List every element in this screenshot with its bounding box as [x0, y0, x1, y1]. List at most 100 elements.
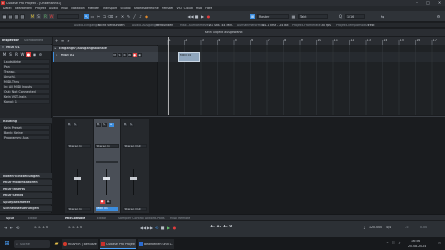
transport-forward-button[interactable]: ▶▶ — [147, 226, 153, 231]
quantize-dropdown[interactable]: 1/16 — [345, 14, 365, 19]
stereo-in-fader-track[interactable] — [76, 168, 78, 195]
solo-icon[interactable]: S — [36, 14, 41, 19]
track-mute-button[interactable]: M — [112, 53, 117, 57]
midi-event[interactable]: MIDI 01 — [178, 52, 200, 62]
inspector-row-pan[interactable]: Pan — [2, 64, 50, 69]
menu-item-bearbeiten[interactable]: Bearbeiten — [15, 7, 33, 10]
right-locator-value[interactable]: 1. 1. 1. 0 — [68, 226, 82, 229]
signature-display[interactable]: 4/4 — [386, 226, 391, 229]
track-solo-button[interactable]: S — [117, 53, 122, 57]
track-read-button[interactable]: R — [122, 53, 127, 57]
menu-item-vst-cloud[interactable]: VST Cloud — [176, 7, 192, 10]
menu-item-transport[interactable]: Transport — [102, 7, 117, 10]
pointer-tool-icon[interactable]: ↖ — [84, 14, 89, 19]
transport-stop-button[interactable]: ■ — [160, 226, 165, 231]
lower-tab-midi-remote[interactable]: MIDI Remote — [170, 217, 190, 220]
cycle-record-icon[interactable]: ⟲ — [15, 226, 20, 231]
project-position-display[interactable]: 1. 1. 1. 0 — [210, 225, 232, 230]
read-icon[interactable]: R — [43, 14, 48, 19]
inspector-row-output[interactable]: Out: Not Connected — [2, 89, 50, 94]
transport-stop-icon[interactable]: ■ — [194, 14, 199, 19]
mute-icon[interactable]: M — [30, 14, 35, 19]
transport-play-icon[interactable]: ▶ — [200, 14, 205, 19]
track-menu-icon[interactable]: ≡ — [61, 39, 65, 43]
nudge-icon[interactable]: ⇆ — [380, 14, 385, 19]
stereo-out-fader-cap[interactable] — [129, 176, 137, 180]
expand-chevron-icon[interactable]: ▾ — [1, 46, 5, 50]
inspector-row-velocity[interactable]: Anschl. — [2, 74, 50, 79]
inspector-row-input[interactable]: In: All MIDI Inputs — [2, 84, 50, 89]
inspector-track-header[interactable]: ▾ MIDI 01 — [0, 44, 52, 51]
midi01-edit-button[interactable]: e — [108, 122, 114, 127]
midi01-routing[interactable]: Stereo In — [94, 143, 119, 148]
track-search-icon[interactable]: ⌕ — [67, 39, 71, 43]
inspector-row-channel[interactable]: Kanal: 1 — [2, 99, 50, 104]
menu-item-arbeitsbereiche[interactable]: Arbeitsbereiche — [134, 7, 159, 10]
transport-rewind-button[interactable]: ◀◀ — [140, 226, 146, 231]
taskbar-app-editor[interactable]: Bearbeiten und L… — [138, 239, 174, 249]
midi-track-header[interactable]: 1 MIDI 01 M S R W ● ◉ — [52, 52, 158, 62]
grid-icon[interactable]: ▦ — [291, 14, 296, 19]
inspector-mute-button[interactable]: M — [2, 52, 7, 57]
stereo-in-mute-button[interactable]: M — [66, 122, 72, 127]
metronome-icon[interactable]: ♩ — [362, 226, 367, 231]
draw-tool-icon[interactable]: ✎ — [126, 14, 131, 19]
transport-record-icon[interactable]: ● — [206, 14, 211, 19]
menu-item-hub[interactable]: Hub — [196, 7, 202, 10]
inspector-section-routing[interactable]: Routing — [0, 118, 52, 124]
erase-tool-icon[interactable]: ⌫ — [108, 14, 114, 19]
menu-item-midi[interactable]: MIDI — [61, 7, 68, 10]
left-tab-track[interactable]: Spur — [6, 217, 14, 220]
menu-item-audio[interactable]: Audio — [49, 7, 58, 10]
lower-zone-toggle-icon[interactable]: ▥ — [14, 14, 19, 19]
inspector-read-button[interactable]: R — [14, 52, 19, 57]
tray-chevron-icon[interactable]: ^ — [385, 241, 390, 246]
inspector-write-button[interactable]: W — [20, 52, 25, 57]
inspector-edit-button[interactable]: e — [38, 52, 43, 57]
taskbar-explorer-icon[interactable]: ▰ — [53, 240, 60, 248]
inspector-toggle-icon[interactable]: ▦ — [2, 14, 7, 19]
track-monitor-button[interactable]: ◉ — [137, 53, 142, 57]
write-icon[interactable]: W — [49, 14, 54, 19]
track-name[interactable]: MIDI 01 — [61, 54, 75, 57]
inspector-row-volume[interactable]: Lautstärke — [2, 59, 50, 64]
inspector-section-note-settings[interactable]: Noten-Einstellungen — [0, 173, 52, 179]
punch-in-icon[interactable]: ⇥ — [3, 226, 8, 231]
tab-inspector[interactable]: Inspector — [2, 39, 19, 42]
inspector-section-midi-inserts[interactable]: MIDI-Inserts — [0, 186, 52, 192]
split-tool-icon[interactable]: ✂ — [96, 14, 101, 19]
line-tool-icon[interactable]: ╱ — [132, 14, 137, 19]
tray-volume-icon[interactable]: ♪ — [397, 241, 402, 246]
notification-icon[interactable]: ▭ — [437, 241, 442, 246]
automation-mode-dropdown[interactable] — [57, 14, 79, 19]
menu-item-notation[interactable]: Notation — [71, 7, 85, 10]
color-tool-icon[interactable]: ◆ — [144, 14, 149, 19]
midi01-fader-track[interactable] — [105, 168, 107, 195]
left-locator-value[interactable]: 1. 1. 1. 0 — [34, 226, 48, 229]
stereo-out-mute-button[interactable]: M — [122, 122, 128, 127]
stereo-in-fader-cap[interactable] — [73, 176, 81, 180]
taskbar-clock-date[interactable]: 20.08.2024 — [408, 245, 426, 248]
snap-type-dropdown[interactable]: Raster — [257, 14, 289, 19]
quantize-icon[interactable]: Q — [338, 14, 343, 19]
left-zone-toggle-icon[interactable]: ▤ — [8, 14, 13, 19]
tab-visibility[interactable]: Sichtbarkeit — [24, 39, 43, 42]
inspector-section-track-params[interactable]: Spurparameter — [0, 199, 52, 205]
event-display[interactable]: 1 2 3 4 5 6 7 8 9 10 11 12 13 14 15 16 17 MIDI 01 — [158, 37, 445, 115]
io-channels-track[interactable]: ▸ Eingangs-/Ausgangskanäle — [52, 45, 158, 52]
menu-item-studio[interactable]: Studio — [120, 7, 130, 10]
menu-item-fenster[interactable]: Fenster — [162, 7, 174, 10]
grid-type-dropdown[interactable]: Takt — [298, 14, 328, 19]
lower-tab-editor[interactable]: Editor — [97, 217, 106, 220]
stereo-in-routing[interactable]: Stereo In — [66, 143, 91, 148]
stereo-in-solo-button[interactable]: S — [72, 122, 78, 127]
taskbar-clock-time[interactable]: 16:56 — [411, 240, 420, 243]
add-track-icon[interactable]: + — [55, 39, 59, 43]
transport-cycle-button[interactable]: ⟲ — [154, 226, 159, 231]
taskbar-app-cubase[interactable]: Cubase Pro Projekt… — [100, 239, 136, 249]
tray-network-icon[interactable]: ☷ — [391, 241, 396, 246]
stereo-out-fader-track[interactable] — [132, 168, 134, 195]
play-tool-icon[interactable]: ♪ — [138, 14, 143, 19]
inspector-row-transpose[interactable]: Transp. — [2, 69, 50, 74]
range-tool-icon[interactable]: ▭ — [90, 14, 95, 19]
